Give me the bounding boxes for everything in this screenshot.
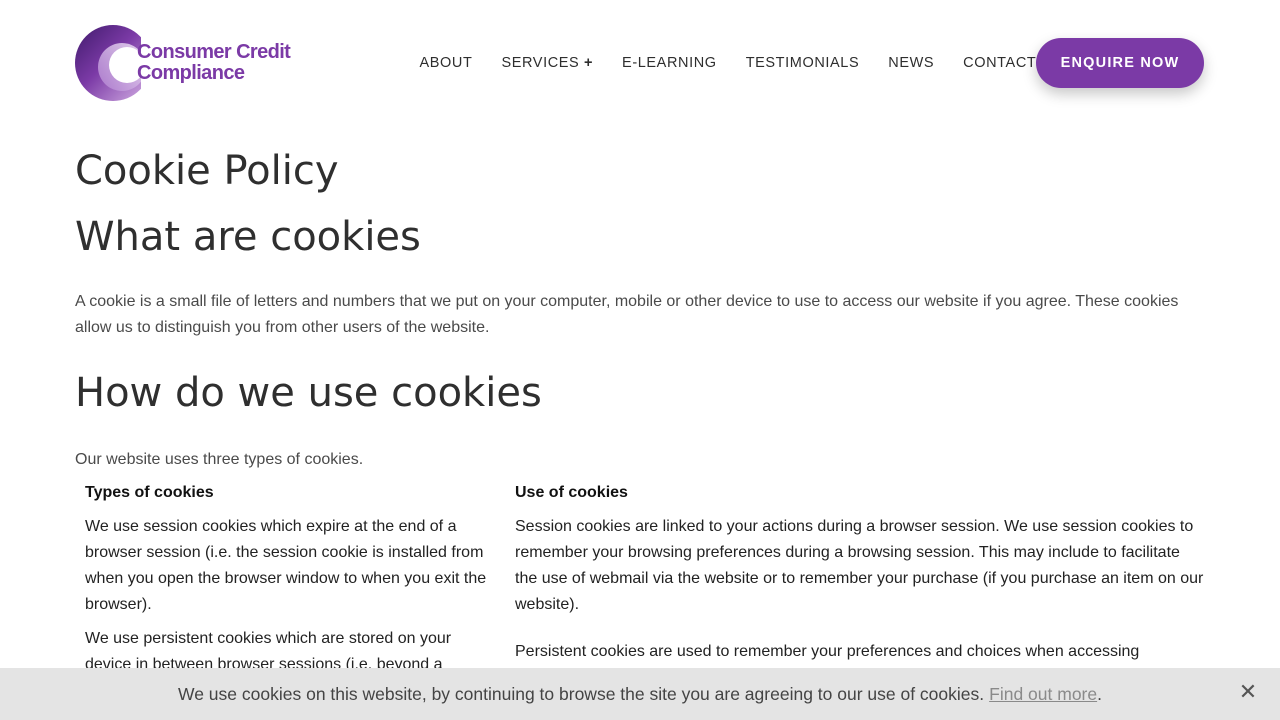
nav-item-services-label: SERVICES — [501, 55, 580, 71]
nav-item-e-learning[interactable]: E-LEARNING — [608, 55, 732, 71]
site-header: Consumer Credit Compliance ABOUT SERVICE… — [0, 0, 1280, 125]
cookie-banner-text: We use cookies on this website, by conti… — [178, 683, 985, 704]
table-header-types: Types of cookies — [85, 484, 214, 501]
table-cell: Persistent cookies are used to remember … — [515, 643, 1140, 660]
logo[interactable]: Consumer Credit Compliance — [75, 23, 305, 103]
close-icon[interactable]: ✕ — [1237, 681, 1259, 703]
plus-icon: + — [583, 55, 594, 71]
section-text-types-intro: Our website uses three types of cookies. — [75, 451, 364, 468]
logo-line-2: Compliance — [137, 62, 245, 84]
section-text-what-are-cookies: A cookie is a small file of letters and … — [75, 293, 1179, 336]
main-content: Cookie Policy What are cookies A cookie … — [75, 145, 1205, 473]
main-nav: ABOUT SERVICES + E-LEARNING TESTIMONIALS… — [405, 38, 1051, 88]
page-title: Cookie Policy — [75, 148, 339, 194]
cookie-types-table: Types of cookies We use session cookies … — [75, 480, 1205, 678]
logo-line-1: Consumer Credit — [137, 41, 291, 63]
table-cell: Session cookies are linked to your actio… — [515, 518, 1204, 613]
nav-item-about[interactable]: ABOUT — [405, 55, 487, 71]
section-heading-how-do-we-use-cookies: How do we use cookies — [75, 370, 542, 416]
cookie-banner-trailing: . — [1097, 683, 1102, 704]
enquire-now-button[interactable]: ENQUIRE NOW — [1036, 38, 1204, 88]
table-column-use: Use of cookies Session cookies are linke… — [505, 480, 1205, 678]
nav-item-services[interactable]: SERVICES + — [487, 55, 608, 71]
nav-item-news[interactable]: NEWS — [874, 55, 949, 71]
find-out-more-link[interactable]: Find out more — [989, 684, 1097, 705]
logo-text: Consumer Credit Compliance — [137, 41, 291, 84]
section-heading-what-are-cookies: What are cookies — [75, 214, 421, 260]
table-cell: We use session cookies which expire at t… — [85, 518, 487, 613]
nav-item-testimonials[interactable]: TESTIMONIALS — [731, 55, 874, 71]
table-header-use: Use of cookies — [515, 484, 628, 501]
table-column-types: Types of cookies We use session cookies … — [75, 480, 505, 678]
cookie-consent-banner: We use cookies on this website, by conti… — [0, 668, 1280, 720]
logo-c-mark-icon — [75, 25, 141, 101]
